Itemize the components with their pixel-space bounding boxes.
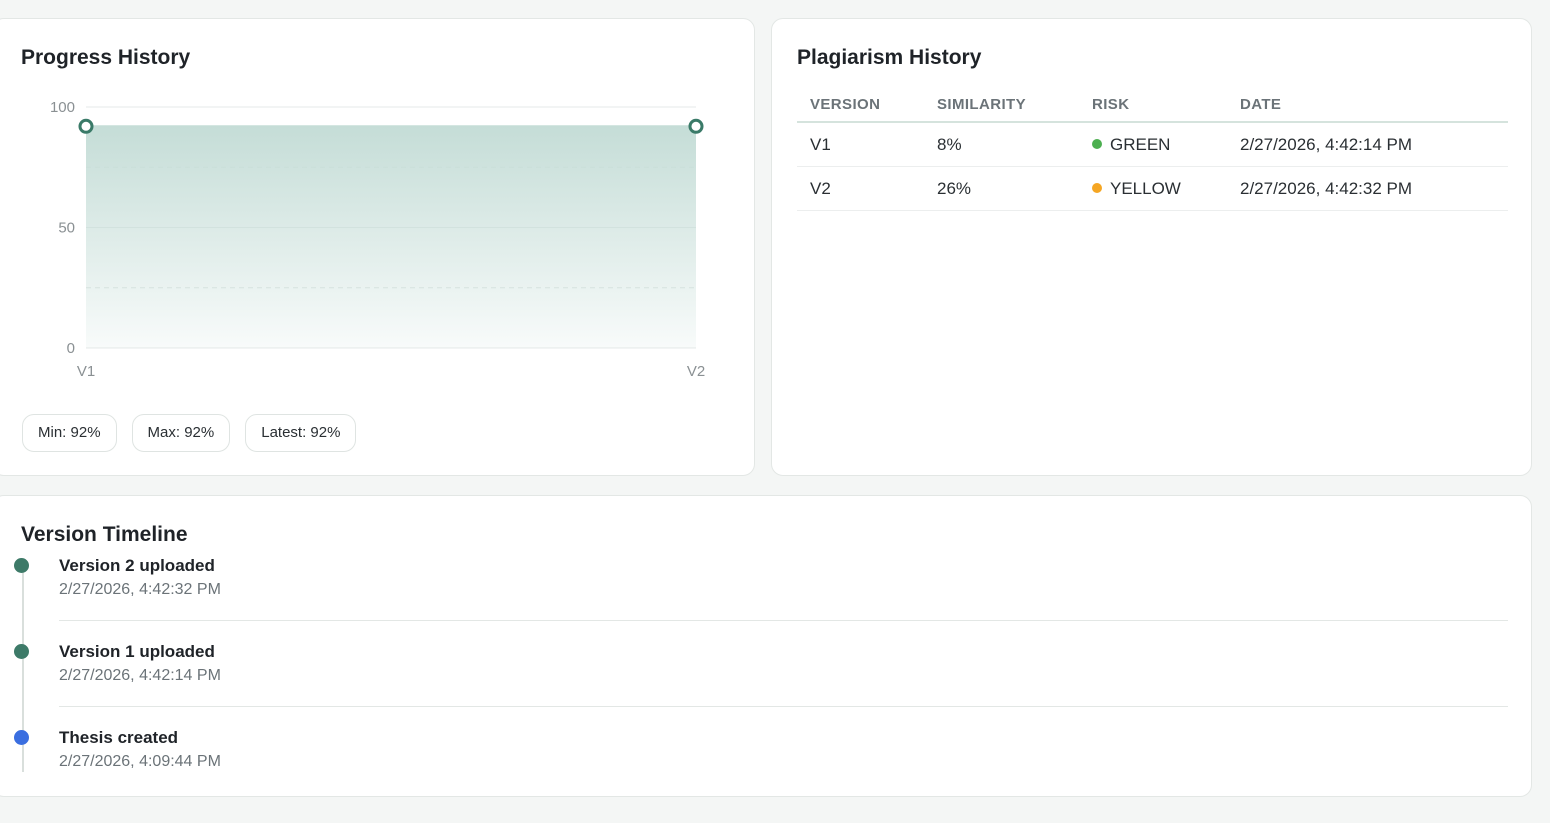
chart-data-point — [78, 118, 94, 134]
chart-x-tick-label: V1 — [77, 363, 95, 380]
chart-x-tick-label: V2 — [687, 363, 705, 380]
max-stat-pill: Max: 92% — [131, 414, 231, 452]
timeline-dot-icon — [14, 558, 29, 573]
risk-yellow-dot-icon — [1092, 183, 1102, 194]
version-cell: V1 — [797, 122, 924, 167]
risk-cell: GREEN — [1079, 122, 1227, 167]
chart-data-point — [688, 118, 704, 134]
timeline-divider — [59, 620, 1508, 621]
chart-y-tick-label: 0 — [67, 340, 75, 357]
timeline-item-title: Version 1 uploaded — [59, 642, 215, 661]
table-header-row: VERSION SIMILARITY RISK DATE — [797, 87, 1508, 123]
table-row: V2 26% YELLOW 2/27/2026, 4:42:32 PM — [797, 166, 1508, 211]
similarity-cell: 8% — [924, 122, 1079, 167]
timeline-item: Version 1 uploaded 2/27/2026, 4:42:14 PM — [14, 642, 1508, 686]
column-header-risk: RISK — [1079, 87, 1227, 123]
timeline-item-date: 2/27/2026, 4:42:32 PM — [59, 581, 221, 598]
timeline-divider — [59, 706, 1508, 707]
timeline-dot-icon — [14, 730, 29, 745]
risk-green-dot-icon — [1092, 139, 1102, 150]
column-header-similarity: SIMILARITY — [924, 87, 1079, 123]
progress-chart: 0 50 100 V1 V2 — [50, 99, 705, 380]
progress-stats: Min: 92% Max: 92% Latest: 92% — [22, 414, 357, 452]
plagiarism-table: VERSION SIMILARITY RISK DATE V1 8% GREEN… — [797, 87, 1508, 211]
timeline-item-title: Thesis created — [59, 728, 179, 747]
chart-y-tick-label: 100 — [50, 99, 75, 116]
version-timeline-card: Version Timeline Version 2 uploaded 2/27… — [0, 495, 1532, 797]
version-cell: V2 — [797, 166, 924, 211]
similarity-cell: 26% — [924, 166, 1079, 211]
column-header-date: DATE — [1227, 87, 1508, 123]
timeline-item-date: 2/27/2026, 4:09:44 PM — [59, 753, 221, 770]
plagiarism-history-title: Plagiarism History — [797, 46, 982, 69]
chart-area-series — [86, 126, 696, 348]
chart-y-tick-label: 50 — [58, 220, 75, 237]
timeline-item: Version 2 uploaded 2/27/2026, 4:42:32 PM — [14, 556, 1508, 600]
progress-history-card: Progress History 0 50 100 V1 V2 Min: 92% Max… — [0, 18, 755, 476]
timeline-item-title: Version 2 uploaded — [59, 556, 215, 575]
latest-stat-pill: Latest: 92% — [245, 414, 357, 452]
risk-cell: YELLOW — [1079, 166, 1227, 211]
plagiarism-history-card: Plagiarism History VERSION SIMILARITY RI… — [771, 18, 1532, 476]
column-header-version: VERSION — [797, 87, 924, 123]
table-row: V1 8% GREEN 2/27/2026, 4:42:14 PM — [797, 122, 1508, 167]
min-stat-pill: Min: 92% — [22, 414, 117, 452]
date-cell: 2/27/2026, 4:42:14 PM — [1227, 122, 1508, 167]
timeline-item: Thesis created 2/27/2026, 4:09:44 PM — [14, 728, 1508, 772]
timeline-item-date: 2/27/2026, 4:42:14 PM — [59, 667, 221, 684]
date-cell: 2/27/2026, 4:42:32 PM — [1227, 166, 1508, 211]
risk-label: YELLOW — [1110, 178, 1181, 198]
timeline-dot-icon — [14, 644, 29, 659]
risk-label: GREEN — [1110, 134, 1171, 154]
version-timeline-title: Version Timeline — [21, 523, 188, 546]
